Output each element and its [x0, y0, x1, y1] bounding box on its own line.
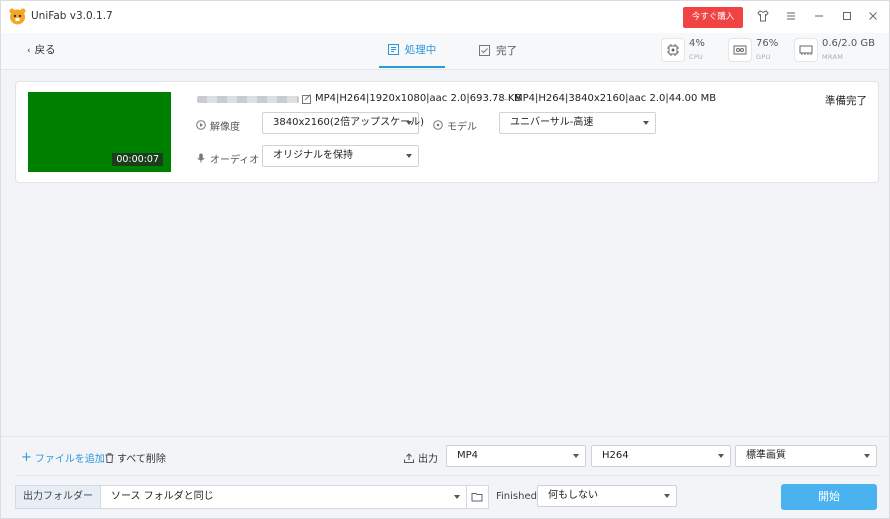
maximize-icon[interactable] [839, 8, 855, 24]
chevron-down-icon [664, 494, 670, 498]
chevron-down-icon [718, 454, 724, 458]
output-folder-select[interactable]: ソース フォルダと同じ [101, 485, 467, 509]
title-bar: UniFab v3.0.1.7 今すぐ購入 [1, 1, 889, 33]
model-label: モデル [447, 122, 477, 133]
gpu-stat: 76% GPU [728, 37, 784, 65]
cpu-stat: 4% CPU [661, 37, 717, 65]
audio-value: オリジナルを保持 [273, 150, 353, 161]
resolution-select[interactable]: 3840x2160(2倍アップスケール) [262, 112, 424, 134]
app-window: UniFab v3.0.1.7 今すぐ購入 ‹ 戻る 処理中 完了 4% CPU… [0, 0, 890, 519]
output-info: MP4|H264|3840x2160|aac 2.0|44.00 MB [514, 93, 717, 104]
chevron-down-icon [573, 454, 579, 458]
chevron-down-icon [406, 121, 412, 125]
format-select[interactable]: MP4 [446, 445, 586, 467]
audio-label: オーディオ [210, 155, 260, 166]
gpu-icon [728, 38, 752, 62]
gpu-value: 76% [756, 38, 779, 49]
audio-select[interactable]: オリジナルを保持 [262, 145, 419, 167]
microphone-icon [197, 153, 205, 163]
unifab-logo-icon [9, 8, 26, 25]
check-square-icon [479, 45, 490, 56]
tab-label: 完了 [496, 45, 517, 57]
chevron-down-icon [643, 121, 649, 125]
resolution-value: 3840x2160(2倍アップスケール) [273, 117, 424, 128]
output-label: 出力 [418, 454, 438, 465]
finished-label: Finished [496, 491, 537, 502]
minimize-icon[interactable] [811, 8, 827, 24]
buy-now-button[interactable]: 今すぐ購入 [683, 7, 743, 28]
add-file-button[interactable]: + ファイルを追加 [21, 449, 105, 466]
arrow-right-icon [500, 99, 509, 100]
mram-value: 0.6/2.0 GB [822, 38, 875, 49]
tab-completed[interactable]: 完了 [479, 33, 529, 68]
browse-folder-button[interactable] [467, 485, 489, 509]
plus-icon: + [21, 449, 32, 465]
status-text: 準備完了 [825, 95, 867, 107]
trash-icon [105, 452, 114, 463]
resolution-label: 解像度 [210, 122, 240, 133]
finished-action-select[interactable]: 何もしない [537, 485, 677, 507]
shirt-icon[interactable] [755, 8, 771, 24]
model-select[interactable]: ユニバーサル-高速 [499, 112, 656, 134]
add-file-label: ファイルを追加 [34, 454, 105, 465]
chevron-down-icon [454, 495, 460, 499]
quality-select[interactable]: 標準画質 [735, 445, 877, 467]
app-title: UniFab v3.0.1.7 [31, 10, 113, 22]
quality-value: 標準画質 [746, 450, 786, 461]
chevron-down-icon [406, 154, 412, 158]
gpu-label: GPU [756, 53, 771, 61]
mram-label: MRAM [822, 53, 844, 61]
close-icon[interactable] [865, 8, 881, 24]
model-icon [433, 120, 443, 130]
chevron-down-icon [864, 454, 870, 458]
chevron-left-icon: ‹ [27, 46, 31, 56]
duration-badge: 00:00:07 [112, 153, 163, 166]
cpu-label: CPU [689, 53, 704, 61]
delete-all-button[interactable]: すべて削除 [105, 450, 166, 465]
source-info: MP4|H264|1920x1080|aac 2.0|693.78 KB [315, 93, 522, 104]
tab-processing[interactable]: 処理中 [379, 33, 445, 68]
format-value: MP4 [457, 450, 479, 461]
upload-icon [404, 452, 414, 463]
codec-value: H264 [602, 450, 629, 461]
back-button[interactable]: ‹ 戻る [27, 42, 56, 57]
delete-all-label: すべて削除 [117, 454, 166, 465]
start-button[interactable]: 開始 [781, 484, 877, 510]
play-circle-icon [196, 120, 206, 130]
output-folder-label: 出力フォルダー [15, 485, 101, 509]
bottom-bar: + ファイルを追加 すべて削除 出力 MP4 H264 標準画質 出力フォルダー… [1, 436, 889, 518]
menu-icon[interactable] [783, 8, 799, 24]
task-card[interactable]: 00:00:07 MP4|H264|1920x1080|aac 2.0|693.… [15, 81, 879, 183]
output-format-label: 出力 [404, 450, 438, 465]
edit-icon[interactable] [302, 94, 312, 104]
output-folder-value: ソース フォルダと同じ [111, 491, 214, 502]
memory-icon [794, 38, 818, 62]
video-thumbnail[interactable]: 00:00:07 [28, 92, 171, 172]
cpu-value: 4% [689, 38, 705, 49]
divider [15, 475, 879, 476]
model-value: ユニバーサル-高速 [510, 117, 594, 128]
tab-label: 処理中 [404, 44, 437, 56]
codec-select[interactable]: H264 [591, 445, 731, 467]
mram-stat: 0.6/2.0 GB MRAM [794, 37, 884, 65]
list-icon [387, 44, 399, 55]
folder-icon [471, 493, 483, 502]
finished-value: 何もしない [548, 490, 598, 501]
cpu-icon [661, 38, 685, 62]
toolbar: ‹ 戻る 処理中 完了 4% CPU 76% GPU 0.6/2.0 GB MR… [1, 33, 889, 70]
back-label: 戻る [34, 44, 56, 56]
file-name-redacted [197, 96, 299, 103]
